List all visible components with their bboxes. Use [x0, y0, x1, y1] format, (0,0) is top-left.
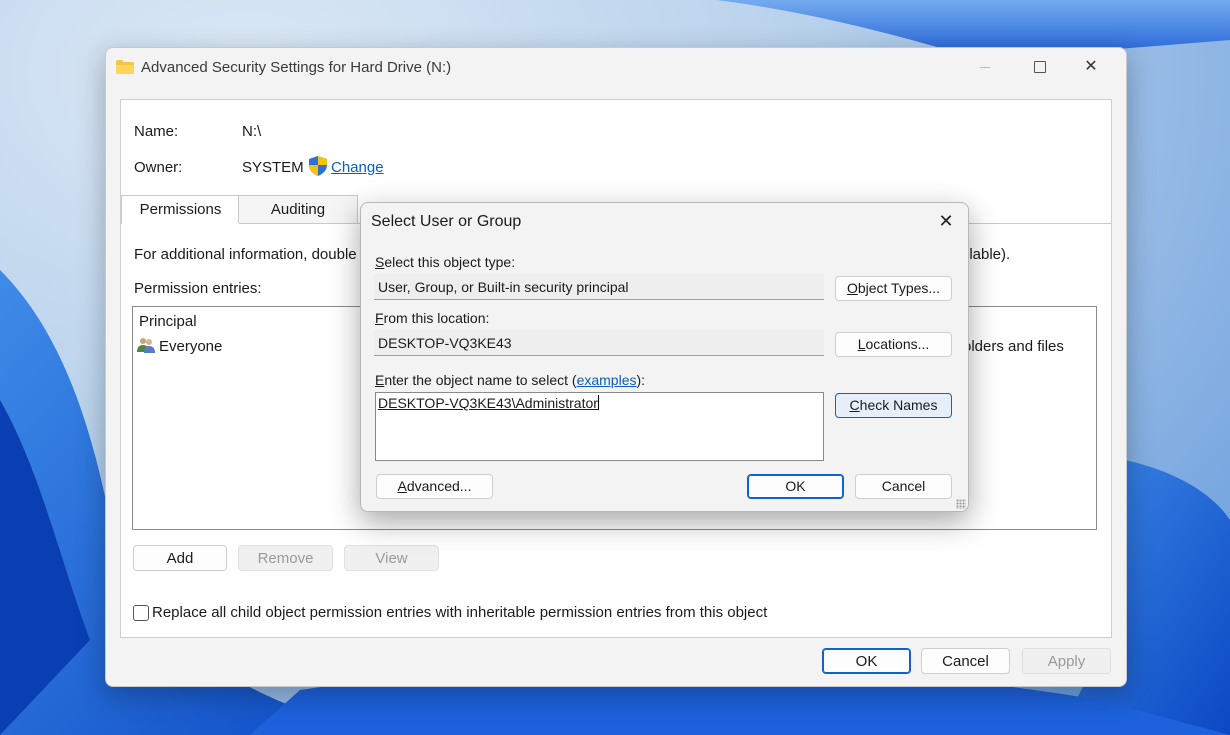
locations-button[interactable]: Locations...: [835, 332, 952, 357]
replace-permissions-checkbox[interactable]: [133, 605, 149, 621]
users-icon: [137, 338, 155, 353]
owner-label: Owner:: [134, 159, 183, 176]
resize-grip[interactable]: [956, 499, 966, 509]
cancel-button[interactable]: Cancel: [921, 648, 1010, 674]
advanced-button[interactable]: Advanced...: [376, 474, 493, 499]
dialog-ok-button[interactable]: OK: [747, 474, 844, 499]
close-icon: ✕: [1084, 58, 1098, 75]
select-user-dialog: Select User or Group ✕ Select this objec…: [360, 202, 969, 512]
text-caret: [597, 395, 599, 410]
dialog-title: Select User or Group: [371, 213, 522, 230]
dialog-cancel-button[interactable]: Cancel: [855, 474, 952, 499]
location-label: From this location:: [375, 310, 490, 326]
tab-auditing[interactable]: Auditing: [238, 195, 358, 223]
object-types-button[interactable]: Object Types...: [835, 276, 952, 301]
principal-name: Everyone: [159, 338, 223, 355]
apply-button[interactable]: Apply: [1022, 648, 1111, 674]
object-name-text: DESKTOP-VQ3KE43\Administrator: [378, 395, 598, 411]
window-title: Advanced Security Settings for Hard Driv…: [141, 59, 452, 76]
permission-entries-label: Permission entries:: [134, 280, 262, 297]
location-field: DESKTOP-VQ3KE43: [374, 330, 824, 356]
view-button[interactable]: View: [344, 545, 439, 571]
name-label: Name:: [134, 123, 179, 140]
dialog-close-button[interactable]: ✕: [934, 209, 958, 233]
replace-permissions-label[interactable]: Replace all child object permission entr…: [152, 604, 767, 621]
close-icon: ✕: [938, 211, 954, 231]
column-principal-header[interactable]: Principal: [139, 313, 197, 330]
tab-permissions[interactable]: Permissions: [121, 195, 240, 224]
examples-link[interactable]: examples: [577, 372, 637, 388]
change-owner-link[interactable]: Change: [331, 159, 384, 176]
info-text: For additional information, double: [134, 246, 357, 263]
ok-button[interactable]: OK: [822, 648, 911, 674]
object-name-input[interactable]: DESKTOP-VQ3KE43\Administrator: [375, 392, 824, 461]
minimize-icon: [980, 67, 990, 68]
close-button[interactable]: ✕: [1068, 48, 1114, 86]
title-bar[interactable]: Advanced Security Settings for Hard Driv…: [106, 48, 1126, 88]
applies-to-tail: olders and files: [963, 338, 1064, 355]
owner-value: SYSTEM: [242, 159, 304, 176]
remove-button[interactable]: Remove: [238, 545, 333, 571]
folder-icon: [116, 60, 134, 74]
info-text-tail: ilable).: [966, 246, 1011, 263]
maximize-icon: [1034, 61, 1046, 73]
enter-object-name-label: Enter the object name to select (example…: [375, 372, 646, 388]
uac-shield-icon: [309, 156, 327, 176]
minimize-button[interactable]: [962, 48, 1008, 86]
object-type-field: User, Group, or Built-in security princi…: [374, 274, 824, 300]
check-names-button[interactable]: Check Names: [835, 393, 952, 418]
name-value: N:\: [242, 123, 262, 140]
add-button[interactable]: Add: [133, 545, 227, 571]
object-type-label: Select this object type:: [375, 254, 516, 270]
maximize-button[interactable]: [1016, 48, 1062, 86]
